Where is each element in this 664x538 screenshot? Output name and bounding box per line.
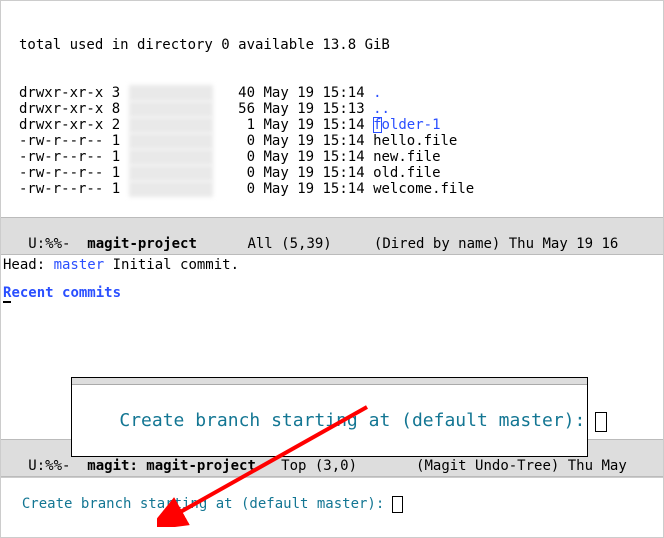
modeline-dired: U:%%- magit-project All (5,39) (Dired by… [1, 217, 663, 255]
modeline-status: U:%%- [20, 458, 87, 474]
magit-head-line: Head: master Initial commit. [3, 257, 661, 273]
prompt-inset-zoom: Create branch starting at (default maste… [71, 377, 588, 457]
file-size: 56 [221, 101, 255, 117]
file-date: May 19 15:14 [263, 149, 364, 165]
file-date: May 19 15:14 [263, 117, 364, 133]
file-perms: drwxr-xr-x 8 [19, 101, 120, 117]
file-size: 40 [221, 85, 255, 101]
modeline-status: U:%%- [20, 236, 87, 252]
file-perms: -rw-r--r-- 1 [19, 165, 120, 181]
modeline-time: Thu May 19 16 [500, 236, 618, 252]
recent-commits-section[interactable]: Recent commits [3, 285, 121, 301]
file-name[interactable]: welcome.file [373, 181, 474, 197]
file-perms: -rw-r--r-- 1 [19, 181, 120, 197]
file-perms: -rw-r--r-- 1 [19, 149, 120, 165]
dired-row[interactable]: -rw-r--r-- 1 xxxx xxxx 0 May 19 15:14 ol… [19, 165, 657, 181]
minibuffer[interactable]: Create branch starting at (default maste… [1, 477, 663, 514]
file-date: May 19 15:14 [263, 85, 364, 101]
modeline-mode: (Magit Undo-Tree) [416, 458, 559, 474]
branch-name[interactable]: master [54, 257, 105, 273]
dired-row[interactable]: -rw-r--r-- 1 xxxx xxxx 0 May 19 15:14 ne… [19, 149, 657, 165]
file-size: 0 [221, 165, 255, 181]
dired-pane: total used in directory 0 available 13.8… [1, 1, 663, 217]
file-size: 0 [221, 133, 255, 149]
redacted-owner: xxxx xxxx [129, 117, 213, 133]
redacted-owner: xxxx xxxx [129, 165, 213, 181]
file-perms: drwxr-xr-x 2 [19, 117, 120, 133]
cursor-block-icon [596, 413, 606, 431]
modeline-time: Thu May [559, 458, 635, 474]
dired-row[interactable]: -rw-r--r-- 1 xxxx xxxx 0 May 19 15:14 he… [19, 133, 657, 149]
modeline-mode: (Dired by name) [374, 236, 500, 252]
redacted-owner: xxxx xxxx [129, 181, 213, 197]
dired-summary: total used in directory 0 available 13.8… [19, 37, 657, 53]
file-name[interactable]: folder-1 [373, 117, 440, 133]
dired-row[interactable]: drwxr-xr-x 3 xxxx xxxx 40 May 19 15:14 . [19, 85, 657, 101]
modeline-buffer: magit-project [87, 236, 197, 252]
redacted-owner: xxxx xxxx [129, 149, 213, 165]
magit-pane[interactable]: Head: master Initial commit. Recent comm… [1, 255, 663, 315]
file-perms: drwxr-xr-x 3 [19, 85, 120, 101]
dired-row[interactable]: drwxr-xr-x 2 xxxx xxxx 1 May 19 15:14 fo… [19, 117, 657, 133]
file-name[interactable]: hello.file [373, 133, 457, 149]
file-date: May 19 15:14 [263, 181, 364, 197]
head-label: Head: [3, 257, 54, 273]
file-name[interactable]: new.file [373, 149, 440, 165]
inset-top-border [72, 378, 587, 385]
file-date: May 19 15:14 [263, 133, 364, 149]
file-name[interactable]: . [373, 85, 381, 101]
inset-prompt-text: Create branch starting at (default maste… [119, 410, 596, 431]
redacted-owner: xxxx xxxx [129, 133, 213, 149]
file-size: 0 [221, 149, 255, 165]
file-date: May 19 15:13 [263, 101, 364, 117]
dired-row[interactable]: drwxr-xr-x 8 xxxx xxxx 56 May 19 15:13 .… [19, 101, 657, 117]
redacted-owner: xxxx xxxx [129, 101, 213, 117]
dired-row[interactable]: -rw-r--r-- 1 xxxx xxxx 0 May 19 15:14 we… [19, 181, 657, 197]
modeline-pos: Top (3,0) [256, 458, 416, 474]
minibuffer-prompt: Create branch starting at (default maste… [22, 496, 393, 512]
file-size: 0 [221, 181, 255, 197]
file-name[interactable]: .. [373, 101, 390, 117]
file-date: May 19 15:14 [263, 165, 364, 181]
file-perms: -rw-r--r-- 1 [19, 133, 120, 149]
modeline-pos: All (5,39) [197, 236, 374, 252]
cursor-block-icon [393, 497, 402, 512]
commit-msg: Initial commit. [104, 257, 239, 273]
file-name[interactable]: old.file [373, 165, 440, 181]
inset-content: Create branch starting at (default maste… [72, 385, 587, 456]
redacted-owner: xxxx xxxx [129, 85, 213, 101]
modeline-buffer: magit: magit-project [87, 458, 256, 474]
file-size: 1 [221, 117, 255, 133]
